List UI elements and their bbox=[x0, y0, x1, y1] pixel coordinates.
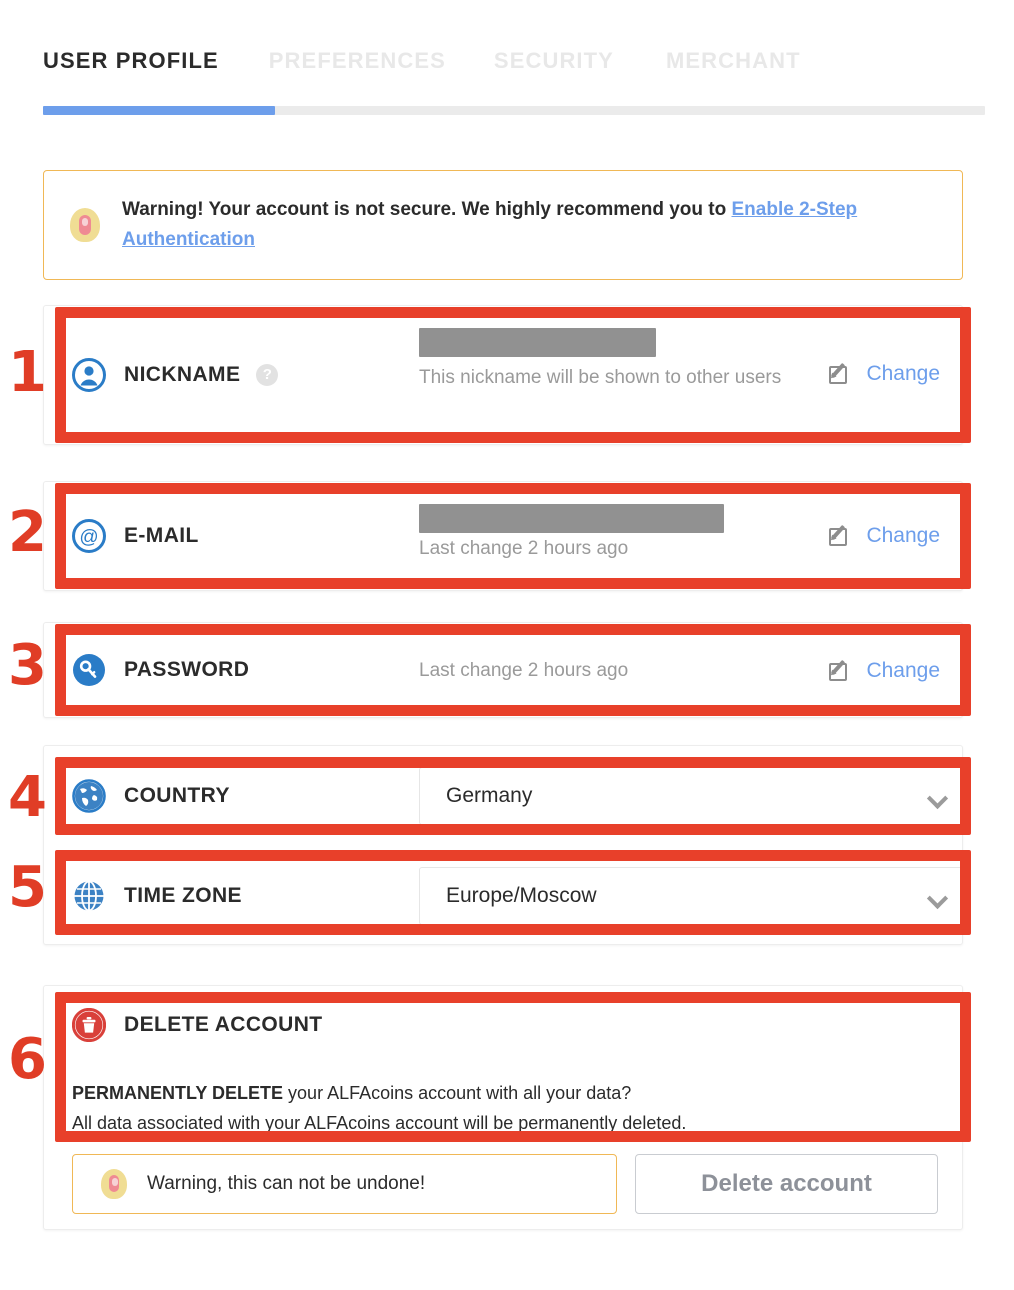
nickname-card: NICKNAME ? This nickname will be shown t… bbox=[43, 305, 963, 445]
delete-undone-warning-text: Warning, this can not be undone! bbox=[147, 1173, 426, 1194]
delete-account-header: DELETE ACCOUNT bbox=[72, 1008, 323, 1042]
annotation-number-5: 5 bbox=[8, 855, 47, 920]
country-select[interactable]: Germany bbox=[419, 767, 967, 825]
password-change-label: Change bbox=[866, 659, 940, 682]
timezone-selected-value: Europe/Moscow bbox=[446, 884, 597, 907]
nickname-change-button[interactable]: Change bbox=[829, 362, 940, 386]
security-warning-message: Warning! Your account is not secure. We … bbox=[122, 199, 732, 220]
country-label: COUNTRY bbox=[124, 784, 230, 807]
globe-meridian-icon bbox=[72, 879, 106, 913]
email-value-block: Last change 2 hours ago bbox=[419, 504, 724, 612]
tab-preferences[interactable]: PREFERENCES bbox=[269, 48, 446, 74]
user-circle-icon bbox=[72, 358, 106, 392]
password-last-change: Last change 2 hours ago bbox=[419, 659, 629, 681]
nickname-value-block: This nickname will be shown to other use… bbox=[419, 328, 814, 466]
delete-account-body-rest: your ALFAcoins account with all your dat… bbox=[283, 1083, 632, 1103]
email-redacted-value bbox=[419, 504, 724, 533]
svg-text:@: @ bbox=[79, 527, 98, 548]
tab-user-profile[interactable]: USER PROFILE bbox=[43, 48, 219, 74]
password-change-button[interactable]: Change bbox=[829, 659, 940, 683]
tab-security[interactable]: SECURITY bbox=[494, 48, 614, 74]
delete-account-footer: Warning, this can not be undone! Delete … bbox=[72, 1154, 938, 1214]
email-change-label: Change bbox=[866, 524, 940, 547]
delete-account-card: DELETE ACCOUNT PERMANENTLY DELETE your A… bbox=[43, 985, 963, 1230]
timezone-label: TIME ZONE bbox=[124, 884, 242, 907]
delete-account-button[interactable]: Delete account bbox=[635, 1154, 938, 1214]
nickname-row: NICKNAME ? This nickname will be shown t… bbox=[44, 306, 962, 444]
trash-circle-icon bbox=[72, 1008, 106, 1042]
email-label: E-MAIL bbox=[124, 524, 199, 547]
warning-bulb-icon bbox=[70, 208, 100, 242]
password-row: PASSWORD Last change 2 hours ago Change bbox=[44, 623, 962, 717]
nickname-description: This nickname will be shown to other use… bbox=[419, 367, 782, 388]
annotation-number-1: 1 bbox=[8, 340, 47, 405]
chevron-down-icon bbox=[929, 891, 946, 901]
key-circle-icon bbox=[72, 653, 106, 687]
security-warning-banner: Warning! Your account is not secure. We … bbox=[43, 170, 963, 280]
annotation-number-3: 3 bbox=[8, 633, 47, 698]
annotation-number-6: 6 bbox=[8, 1027, 47, 1092]
edit-pencil-icon bbox=[829, 659, 851, 683]
globe-earth-icon bbox=[72, 779, 106, 813]
country-row: COUNTRY Germany bbox=[44, 746, 967, 846]
password-value-block: Last change 2 hours ago bbox=[419, 623, 628, 717]
timezone-row: TIME ZONE Europe/Moscow bbox=[44, 846, 967, 946]
delete-account-body-line1: PERMANENTLY DELETE your ALFAcoins accoun… bbox=[72, 1078, 932, 1108]
password-card: PASSWORD Last change 2 hours ago Change bbox=[43, 622, 963, 718]
location-card: COUNTRY Germany TIME ZONE Europe/Moscow bbox=[43, 745, 967, 946]
nickname-redacted-value bbox=[419, 328, 656, 357]
delete-account-body-line2: All data associated with your ALFAcoins … bbox=[72, 1113, 687, 1133]
edit-pencil-icon bbox=[829, 362, 851, 386]
delete-account-body: PERMANENTLY DELETE your ALFAcoins accoun… bbox=[72, 1078, 932, 1138]
security-warning-text: Warning! Your account is not secure. We … bbox=[122, 195, 882, 255]
tab-underline-active bbox=[43, 106, 275, 115]
settings-tab-bar: USER PROFILE PREFERENCES SECURITY MERCHA… bbox=[43, 48, 985, 94]
nickname-label: NICKNAME bbox=[124, 363, 241, 386]
tab-merchant[interactable]: MERCHANT bbox=[666, 48, 801, 74]
email-last-change: Last change 2 hours ago bbox=[419, 538, 629, 559]
country-selected-value: Germany bbox=[446, 784, 533, 807]
email-card: @ E-MAIL Last change 2 hours ago Change bbox=[43, 481, 963, 591]
question-mark-icon[interactable]: ? bbox=[256, 364, 279, 386]
edit-pencil-icon bbox=[829, 524, 851, 548]
chevron-down-icon bbox=[929, 791, 946, 801]
nickname-change-label: Change bbox=[866, 362, 940, 385]
email-row: @ E-MAIL Last change 2 hours ago Change bbox=[44, 482, 962, 590]
warning-bulb-icon bbox=[101, 1169, 127, 1199]
timezone-select[interactable]: Europe/Moscow bbox=[419, 867, 967, 925]
delete-undone-warning: Warning, this can not be undone! bbox=[72, 1154, 617, 1214]
delete-account-title: DELETE ACCOUNT bbox=[124, 1013, 323, 1036]
annotation-number-4: 4 bbox=[8, 765, 47, 830]
email-change-button[interactable]: Change bbox=[829, 524, 940, 548]
user-profile-page: USER PROFILE PREFERENCES SECURITY MERCHA… bbox=[0, 0, 1014, 1290]
password-label: PASSWORD bbox=[124, 658, 250, 681]
at-sign-circle-icon: @ bbox=[72, 519, 106, 553]
delete-account-body-emphasis: PERMANENTLY DELETE bbox=[72, 1083, 284, 1103]
annotation-number-2: 2 bbox=[8, 500, 47, 565]
